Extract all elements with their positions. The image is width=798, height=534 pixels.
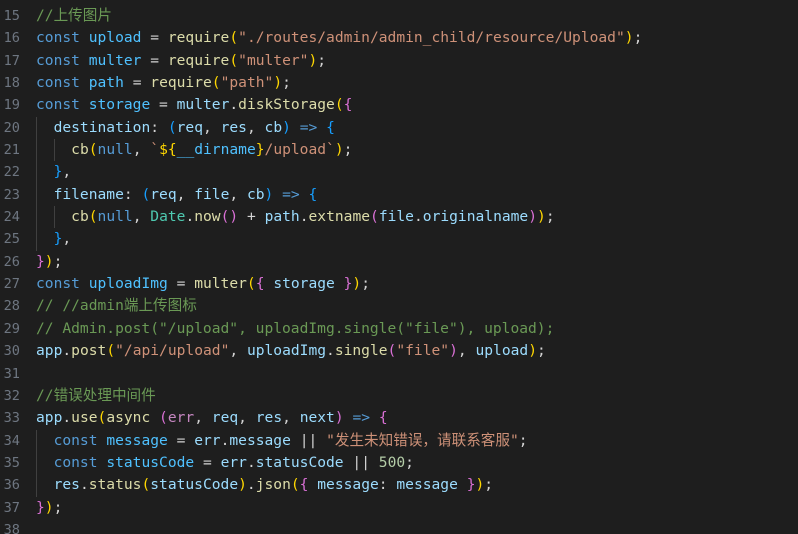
code-line[interactable]: }); <box>22 497 798 519</box>
line-number: 34 <box>3 432 20 449</box>
line-number-gutter: 15 16 17 18 19 20 21 22 23 24 25 26 27 2… <box>0 5 22 534</box>
line-number: 35 <box>3 454 20 471</box>
file-field: file <box>405 342 441 360</box>
code-line[interactable]: res.status(statusCode).json({ message: m… <box>22 474 798 497</box>
code-line[interactable]: }, <box>22 161 798 184</box>
code-line[interactable]: const multer = require("multer"); <box>22 50 798 72</box>
code-line-blank[interactable] <box>22 519 798 534</box>
line-number: 16 <box>3 30 20 47</box>
line-number: 33 <box>3 410 20 427</box>
code-line[interactable]: // Admin.post("/upload", uploadImg.singl… <box>22 318 798 340</box>
line-number: 32 <box>3 387 20 404</box>
code-line-blank[interactable] <box>22 363 798 385</box>
code-line[interactable]: const path = require("path"); <box>22 72 798 94</box>
comment-upload-image: //上传图片 <box>36 7 112 24</box>
code-line[interactable]: }); <box>22 251 798 273</box>
line-number: 15 <box>3 8 20 24</box>
line-number: 31 <box>3 365 20 382</box>
code-line[interactable]: //错误处理中间件 <box>22 385 798 407</box>
line-number: 37 <box>3 499 20 516</box>
line-number: 25 <box>3 231 20 248</box>
comment-admin-upload-icon: // //admin端上传图标 <box>36 297 197 315</box>
line-number: 21 <box>3 142 20 159</box>
line-number: 26 <box>3 253 20 270</box>
line-number: 19 <box>3 97 20 114</box>
code-line[interactable]: const upload = require("./routes/admin/a… <box>22 27 798 49</box>
code-content[interactable]: //上传图片 const upload = require("./routes/… <box>22 5 798 534</box>
code-line[interactable]: cb(null, `${__dirname}/upload`); <box>22 139 798 162</box>
upload-module-path: ./routes/admin/admin_child/resource/Uplo… <box>246 29 616 47</box>
code-line[interactable]: const message = err.message || "发生未知错误，请… <box>22 429 798 452</box>
line-number: 23 <box>3 186 20 203</box>
line-number: 20 <box>3 119 20 136</box>
line-number: 29 <box>3 320 20 337</box>
code-line[interactable]: const statusCode = err.statusCode || 500… <box>22 451 798 475</box>
default-error-message: 发生未知错误，请联系客服 <box>334 431 510 449</box>
api-route: /api/upload <box>123 342 221 360</box>
code-line[interactable]: }, <box>22 228 798 251</box>
line-number: 24 <box>3 209 20 226</box>
line-number: 28 <box>3 298 20 315</box>
line-number: 36 <box>3 477 20 494</box>
multer-module: multer <box>246 51 300 69</box>
line-number: 17 <box>3 52 20 69</box>
line-number: 27 <box>3 276 20 293</box>
comment-admin-post: // Admin.post("/upload", uploadImg.singl… <box>36 319 555 337</box>
default-status-code: 500 <box>378 453 406 471</box>
path-module: path <box>229 74 265 92</box>
code-line[interactable]: // //admin端上传图标 <box>22 295 798 317</box>
code-line[interactable]: cb(null, Date.now() + path.extname(file.… <box>22 206 798 229</box>
code-line[interactable]: //上传图片 <box>22 5 798 27</box>
code-line[interactable]: filename: (req, file, cb) => { <box>22 183 798 207</box>
line-number: 30 <box>3 343 20 360</box>
code-line[interactable]: destination: (req, res, cb) => { <box>22 116 798 140</box>
code-line[interactable]: const storage = multer.diskStorage({ <box>22 94 798 116</box>
line-number: 18 <box>3 75 20 92</box>
code-line[interactable]: app.use(async (err, req, res, next) => { <box>22 407 798 429</box>
code-line[interactable]: const uploadImg = multer({ storage }); <box>22 273 798 295</box>
comment-error-middleware: //错误处理中间件 <box>36 386 156 404</box>
code-line[interactable]: app.post("/api/upload", uploadImg.single… <box>22 340 798 362</box>
line-number: 38 <box>3 521 20 534</box>
line-number: 22 <box>3 164 20 181</box>
code-editor[interactable]: 15 16 17 18 19 20 21 22 23 24 25 26 27 2… <box>0 0 798 534</box>
